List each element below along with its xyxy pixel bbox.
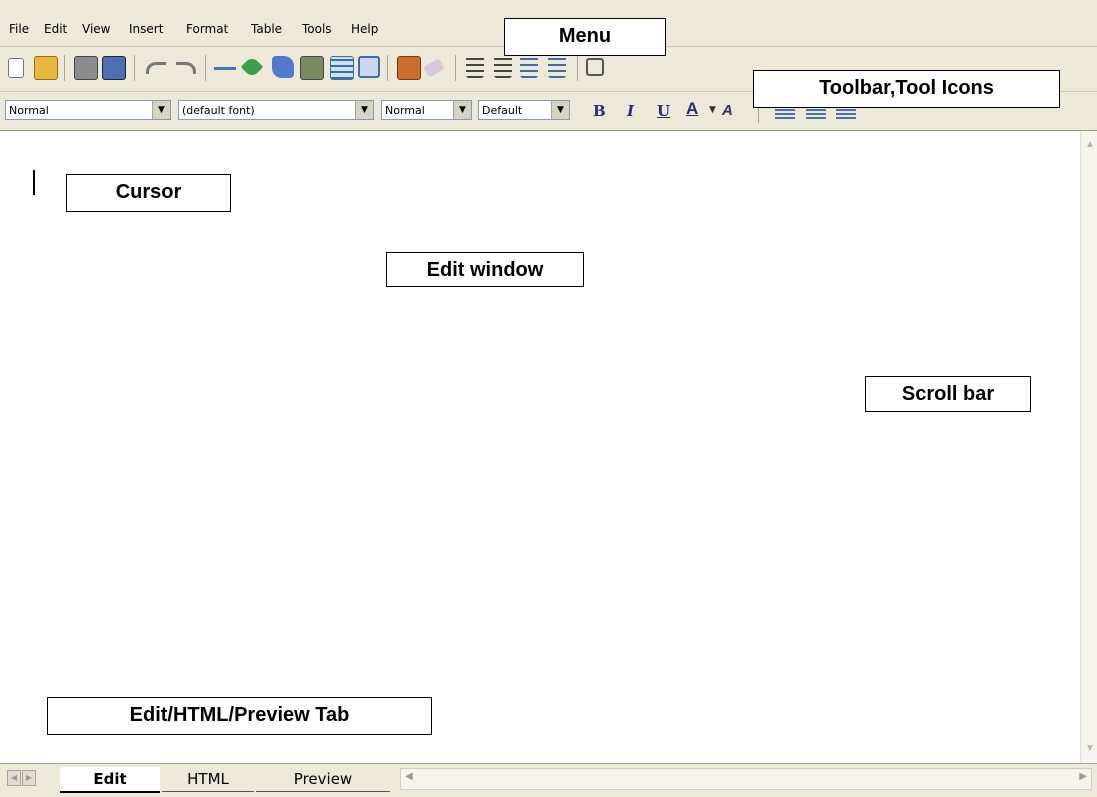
horizontal-scrollbar[interactable]: ◀ ▶	[400, 768, 1092, 790]
font-color-value: Default	[482, 104, 523, 117]
table-icon[interactable]	[330, 56, 354, 80]
toolbar-separator	[134, 55, 135, 81]
toolbar-separator	[64, 55, 65, 81]
edit-window[interactable]	[0, 131, 1080, 763]
editor-window: File Edit View Insert Format Table Tools…	[0, 0, 1097, 797]
menu-file[interactable]: File	[9, 22, 29, 36]
cursor-callout: Cursor	[66, 174, 231, 212]
tab-html[interactable]: HTML	[162, 767, 254, 792]
bold-button[interactable]: B	[593, 102, 606, 120]
scroll-down-icon[interactable]: ▼	[1085, 743, 1095, 754]
preview-monitor-icon[interactable]	[102, 56, 126, 80]
scroll-up-icon[interactable]: ▲	[1085, 139, 1095, 150]
chevron-down-icon: ▼	[551, 101, 569, 119]
tab-scroll-right-icon[interactable]: ▶	[22, 770, 36, 786]
font-size-select[interactable]: Normal ▼	[381, 100, 472, 120]
menu-insert[interactable]: Insert	[129, 22, 163, 36]
underline-button[interactable]: U	[657, 102, 670, 120]
new-document-icon[interactable]	[8, 58, 24, 78]
link-icon[interactable]	[240, 55, 264, 79]
open-folder-icon[interactable]	[34, 56, 58, 80]
italic-button[interactable]: I	[627, 102, 634, 120]
toolbar-separator	[387, 55, 388, 81]
bullet-list-icon[interactable]	[494, 56, 512, 78]
indent-icon[interactable]	[548, 56, 566, 78]
font-name-value: (default font)	[182, 104, 255, 117]
font-color-select[interactable]: Default ▼	[478, 100, 570, 120]
eraser-icon[interactable]	[423, 58, 445, 78]
toolbar-separator	[205, 55, 206, 81]
scroll-bar-callout: Scroll bar	[865, 376, 1031, 412]
toolbar-callout: Toolbar,Tool Icons	[753, 70, 1060, 108]
view-tab-bar: ◀ ▶ Edit HTML Preview ◀ ▶	[0, 763, 1097, 797]
menu-edit[interactable]: Edit	[44, 22, 67, 36]
menu-format[interactable]: Format	[186, 22, 228, 36]
vertical-scrollbar[interactable]: ▲ ▼	[1080, 131, 1097, 763]
tab-edit[interactable]: Edit	[60, 767, 160, 793]
paragraph-style-select[interactable]: Normal ▼	[5, 100, 171, 120]
print-icon[interactable]	[74, 56, 98, 80]
toolbar-separator	[577, 55, 578, 81]
chevron-down-icon[interactable]: ▼	[709, 105, 716, 115]
grid-icon[interactable]	[586, 58, 604, 76]
text-color-button[interactable]: A	[686, 99, 698, 119]
undo-icon[interactable]	[146, 62, 166, 74]
menu-help[interactable]: Help	[351, 22, 378, 36]
font-size-value: Normal	[385, 104, 425, 117]
menu-table[interactable]: Table	[251, 22, 282, 36]
horizontal-rule-icon[interactable]	[214, 67, 236, 70]
menu-view[interactable]: View	[82, 22, 110, 36]
image-icon[interactable]	[300, 56, 324, 80]
tab-preview[interactable]: Preview	[256, 767, 390, 792]
menu-callout: Menu	[504, 18, 666, 56]
highlight-button[interactable]: A	[722, 102, 733, 119]
tabs-callout: Edit/HTML/Preview Tab	[47, 697, 432, 735]
outdent-icon[interactable]	[520, 56, 538, 78]
spellcheck-icon[interactable]	[397, 56, 421, 80]
chevron-down-icon: ▼	[355, 101, 373, 119]
font-name-select[interactable]: (default font) ▼	[178, 100, 374, 120]
paragraph-style-value: Normal	[9, 104, 49, 117]
edit-window-callout: Edit window	[386, 252, 584, 287]
numbered-list-icon[interactable]	[466, 56, 484, 78]
form-icon[interactable]	[358, 56, 380, 78]
chevron-down-icon: ▼	[453, 101, 471, 119]
tab-scroll-left-icon[interactable]: ◀	[7, 770, 21, 786]
chevron-down-icon: ▼	[152, 101, 170, 119]
redo-icon[interactable]	[176, 62, 196, 74]
bookmark-icon[interactable]	[272, 56, 294, 78]
text-cursor	[33, 170, 35, 195]
scroll-left-icon[interactable]: ◀	[405, 771, 413, 782]
toolbar-separator	[455, 55, 456, 81]
scroll-right-icon[interactable]: ▶	[1079, 771, 1087, 782]
menu-tools[interactable]: Tools	[302, 22, 332, 36]
